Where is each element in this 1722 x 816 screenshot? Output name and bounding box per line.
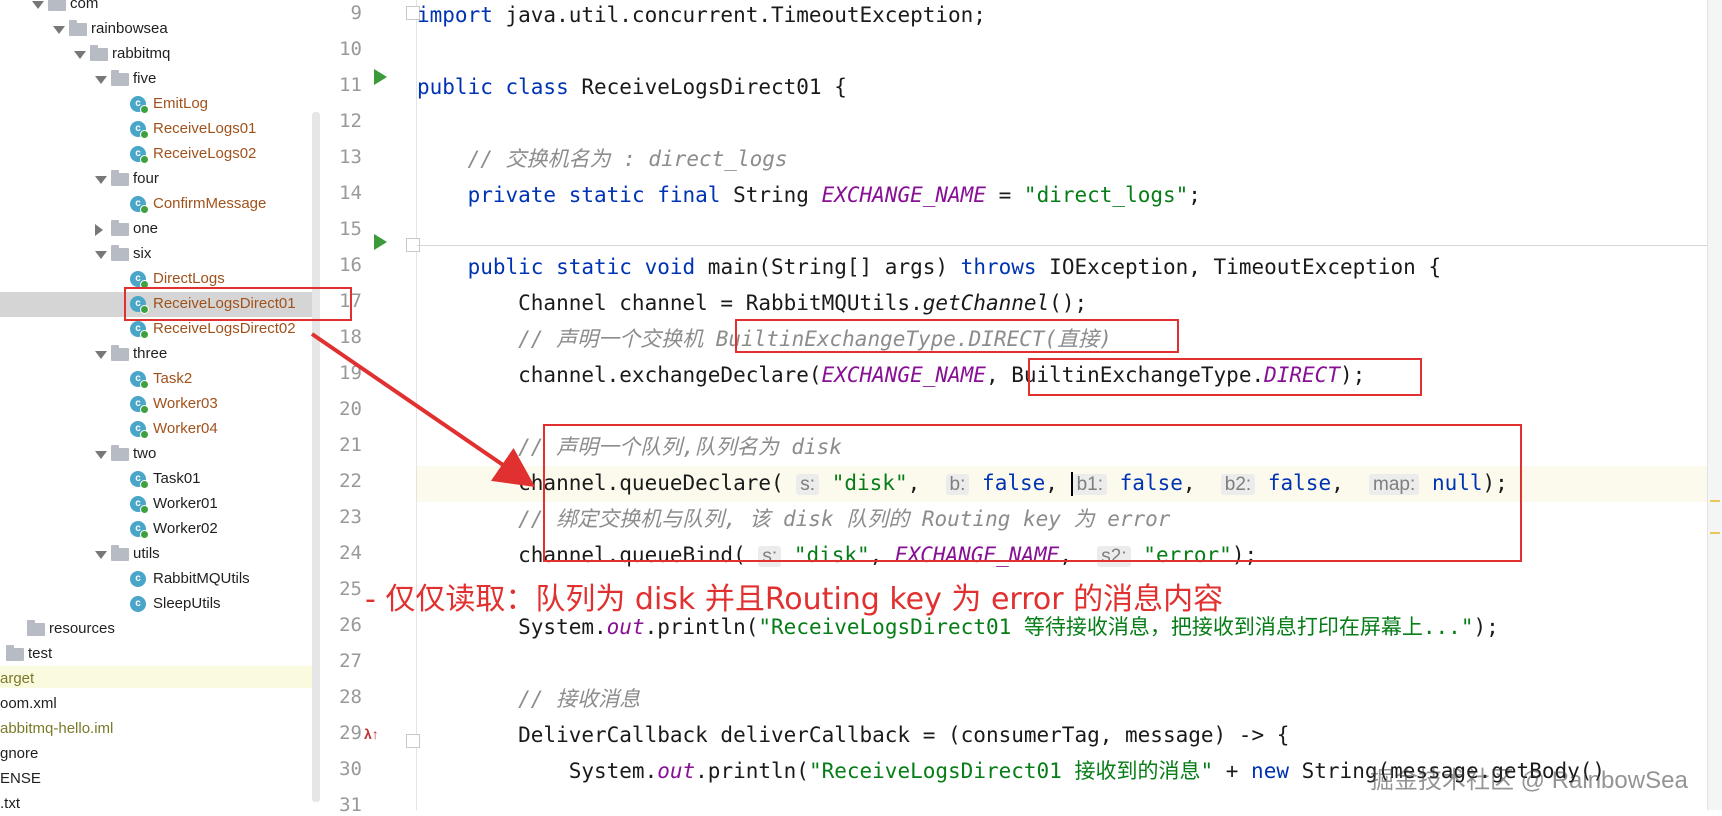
annotation-text: - 仅仅读取：队列为 disk 并且Routing key 为 error 的消…	[365, 582, 1224, 617]
arrow-line	[310, 332, 536, 488]
editor-scrollbar[interactable]	[1707, 0, 1722, 810]
warning-marker[interactable]	[1710, 532, 1720, 534]
warning-marker[interactable]	[1710, 500, 1720, 502]
watermark: 掘金技术社区 @ RainbowSea	[1370, 767, 1688, 794]
annotation-arrow	[310, 332, 536, 488]
